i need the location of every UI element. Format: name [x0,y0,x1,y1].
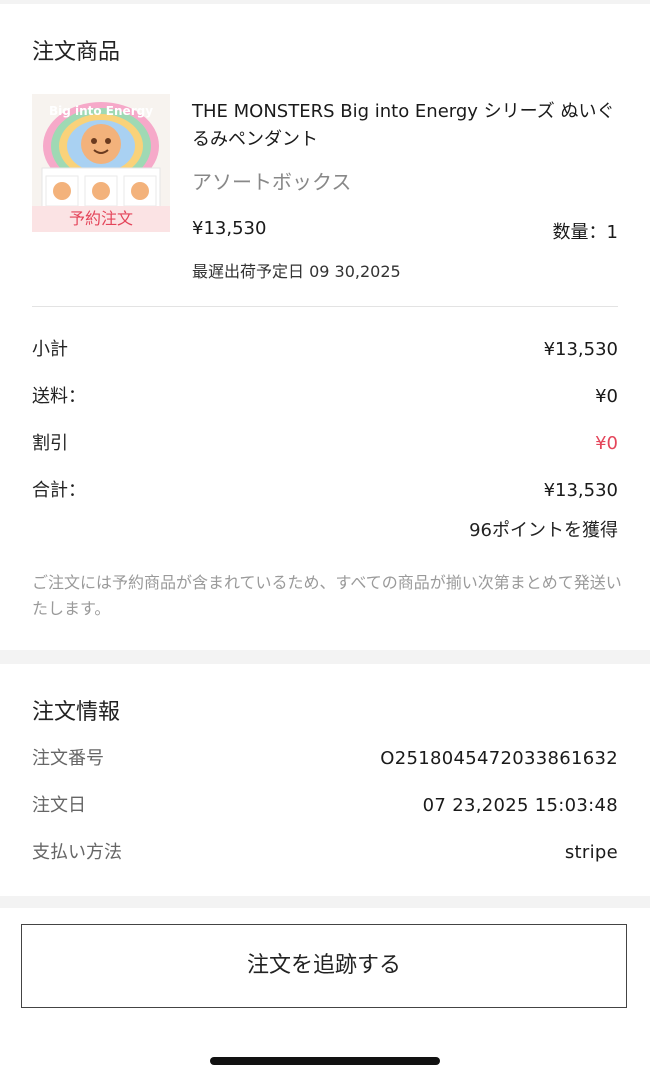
bottom-action-bar: 注文を追跡する [0,908,650,1080]
summary-value: ¥13,530 [543,480,618,501]
info-row-order-date: 注文日 07 23,2025 15:03:48 [32,791,618,821]
info-row-payment: 支払い方法 stripe [32,838,618,868]
product-name[interactable]: THE MONSTERS Big into Energy シリーズ ぬいぐるみペ… [192,98,622,154]
order-date-value: 07 23,2025 15:03:48 [422,795,618,816]
payment-method-value: stripe [564,842,618,863]
info-key: 支払い方法 [32,842,122,863]
summary-key: 合計： [32,480,86,501]
summary-row-subtotal: 小計 ¥13,530 [32,335,618,365]
home-indicator[interactable] [210,1057,440,1065]
summary-key: 小計 [32,339,68,360]
order-info-section: 注文情報 注文番号 O2518045472033861632 注文日 07 23… [0,664,650,896]
summary-row-discount: 割引 ¥0 [32,429,618,459]
track-order-button[interactable]: 注文を追跡する [21,924,627,1008]
summary-row-shipping: 送料： ¥0 [32,382,618,412]
preorder-badge: 予約注文 [32,206,170,232]
summary-value-discount: ¥0 [595,433,618,454]
preorder-note: ご注文には予約商品が含まれているため、すべての商品が揃い次第まとめて発送いたしま… [32,573,622,618]
image-brand-text: Big into Energy [48,104,154,118]
summary-value: ¥0 [595,386,618,407]
summary-key: 割引 [32,433,68,454]
points-earned: 96ポイントを獲得 [469,520,618,541]
summary-key: 送料： [32,386,86,407]
info-key: 注文日 [32,795,86,816]
product-thumbnail[interactable]: Big into Energy 予約注文 [32,94,170,232]
section-title-info: 注文情報 [32,700,121,725]
product-variant: アソートボックス [192,170,352,194]
info-key: 注文番号 [32,748,104,769]
info-row-order-number: 注文番号 O2518045472033861632 [32,744,618,774]
order-number-value[interactable]: O2518045472033861632 [380,744,618,774]
section-title-products: 注文商品 [32,40,121,65]
divider [32,306,618,307]
order-products-section: 注文商品 Big into Energy 予約注文 THE MONSTERS B… [0,4,650,650]
summary-row-total: 合計： ¥13,530 [32,476,618,506]
product-quantity: 数量：1 [552,222,618,243]
shipping-date: 最遅出荷予定日 09 30,2025 [192,262,401,281]
product-price: ¥13,530 [192,218,267,239]
summary-value: ¥13,530 [543,339,618,360]
